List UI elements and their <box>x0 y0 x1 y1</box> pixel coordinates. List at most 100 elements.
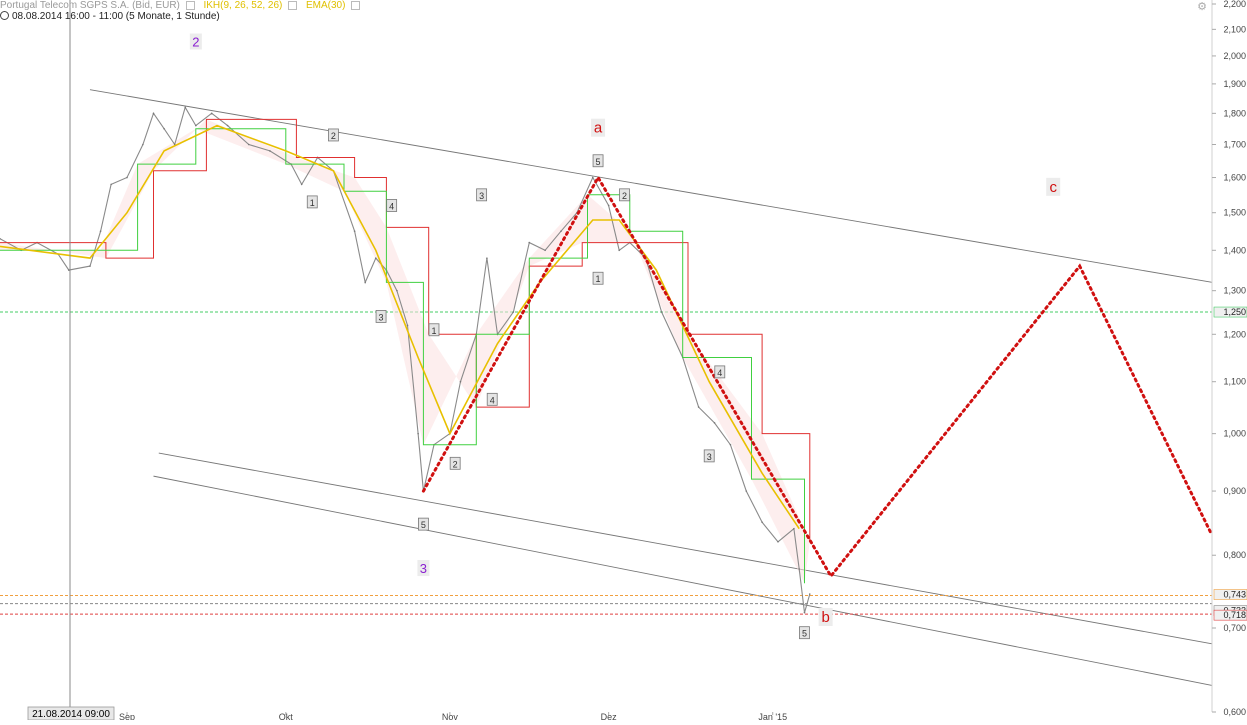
y-tick-label: 2,200 <box>1223 0 1246 9</box>
price-point <box>353 230 356 232</box>
y-tick-label: 1,400 <box>1223 245 1246 255</box>
y-tick-label: 1,600 <box>1223 173 1246 183</box>
price-point <box>364 281 366 284</box>
instrument-title: Portugal Telecom SGPS S.A. (Bid, EUR) <box>0 0 180 11</box>
wave-count-label: 1 <box>310 198 315 208</box>
price-point <box>210 112 213 115</box>
price-point <box>247 143 250 146</box>
wave-count-label: 2 <box>331 131 336 141</box>
price-point <box>777 540 779 543</box>
wave-letter-label: a <box>594 120 603 137</box>
x-tick-label: Dez <box>601 712 618 720</box>
wave-degree-label: 3 <box>420 561 427 576</box>
price-point <box>560 230 562 232</box>
price-point <box>697 406 700 408</box>
price-point <box>459 380 462 383</box>
price-point <box>374 257 377 259</box>
price-level-label: 0,743 <box>1223 590 1246 600</box>
price-point <box>163 127 165 130</box>
indicator-ema-label[interactable]: EMA(30) <box>306 0 345 11</box>
settings-icon[interactable] <box>185 0 195 10</box>
price-point <box>99 230 102 232</box>
wave-count-label: 4 <box>490 395 495 405</box>
y-tick-label: 1,000 <box>1223 429 1246 439</box>
wave-count-label: 4 <box>389 201 394 211</box>
x-tick-label: Nov <box>442 712 459 720</box>
wave-count-label: 5 <box>421 520 426 530</box>
y-tick-label: 1,200 <box>1223 329 1246 339</box>
y-tick-label: 1,800 <box>1223 108 1246 118</box>
price-point <box>512 311 515 313</box>
price-point <box>396 289 398 292</box>
wave-count-label: 5 <box>596 157 601 167</box>
wave-count-label: 3 <box>479 191 484 201</box>
price-point <box>269 150 271 152</box>
price-chart[interactable]: 1,2500,7430,7320,718 23abc12345123451234… <box>0 0 1247 722</box>
close-indicator-icon[interactable] <box>351 0 361 10</box>
cursor-date-label: 21.08.2014 09:00 <box>32 709 110 720</box>
wave-count-label: 3 <box>707 452 712 462</box>
price-point <box>126 176 128 179</box>
price-point <box>607 204 610 207</box>
price-point <box>89 265 91 267</box>
price-point <box>486 257 488 259</box>
gear-icon[interactable]: ⚙ <box>1197 0 1207 13</box>
wave-count-label: 5 <box>802 629 807 639</box>
price-point <box>406 324 409 327</box>
price-point <box>660 311 663 313</box>
price-level-label: 1,250 <box>1223 307 1246 317</box>
y-tick-label: 2,000 <box>1223 51 1246 61</box>
y-tick-label: 2,100 <box>1223 24 1246 34</box>
price-point <box>110 183 112 186</box>
chart-header: Portugal Telecom SGPS S.A. (Bid, EUR) IK… <box>0 0 361 11</box>
price-point <box>798 568 800 570</box>
wave-count-label: 3 <box>379 312 384 322</box>
timeframe-row: 08.08.2014 16:00 - 11:00 (5 Monate, 1 St… <box>0 11 220 22</box>
chart-root: 1,2500,7430,7320,718 23abc12345123451234… <box>0 0 1247 722</box>
price-point <box>184 106 187 109</box>
x-tick-label: Sep <box>119 712 135 720</box>
y-tick-label: 1,100 <box>1223 377 1246 387</box>
price-point <box>226 124 229 127</box>
wave-count-label: 1 <box>431 326 436 336</box>
wave-degree-label: 2 <box>192 34 199 49</box>
price-point <box>68 269 70 271</box>
price-point <box>745 490 748 492</box>
y-tick-label: 1,700 <box>1223 139 1246 149</box>
price-point <box>544 249 546 252</box>
price-point <box>195 124 197 127</box>
price-point <box>729 443 732 446</box>
wave-count-label: 2 <box>622 191 627 201</box>
wave-count-label: 2 <box>453 459 458 469</box>
price-level-label: 0,718 <box>1223 610 1246 620</box>
price-point <box>808 593 811 595</box>
wave-letter-label: b <box>821 609 829 626</box>
wave-count-label: 1 <box>596 274 601 284</box>
price-point <box>803 611 806 614</box>
clock-icon <box>0 11 9 20</box>
timeframe-label: 08.08.2014 16:00 - 11:00 (5 Monate, 1 St… <box>12 11 220 22</box>
price-point <box>793 527 795 530</box>
price-point <box>713 422 716 424</box>
price-point <box>591 176 594 179</box>
y-tick-label: 0,900 <box>1223 486 1246 496</box>
x-tick-label: Jan '15 <box>758 712 787 720</box>
price-point <box>142 143 144 146</box>
indicator-ikh-label[interactable]: IKH(9, 26, 52, 26) <box>203 0 282 11</box>
price-point <box>528 241 531 244</box>
price-point <box>618 249 621 252</box>
close-indicator-icon[interactable] <box>288 0 298 10</box>
y-tick-label: 1,500 <box>1223 208 1246 218</box>
y-tick-label: 0,700 <box>1223 623 1246 633</box>
x-tick-label: Okt <box>279 712 294 720</box>
price-point <box>300 183 303 186</box>
y-tick-label: 0,800 <box>1223 550 1246 560</box>
y-tick-label: 0,600 <box>1223 707 1246 717</box>
price-point <box>761 521 763 524</box>
y-tick-label: 1,300 <box>1223 286 1246 296</box>
wave-count-label: 4 <box>717 368 722 378</box>
price-point <box>152 112 155 115</box>
price-point <box>417 432 419 435</box>
y-tick-label: 1,900 <box>1223 79 1246 89</box>
wave-letter-label: c <box>1049 179 1057 196</box>
